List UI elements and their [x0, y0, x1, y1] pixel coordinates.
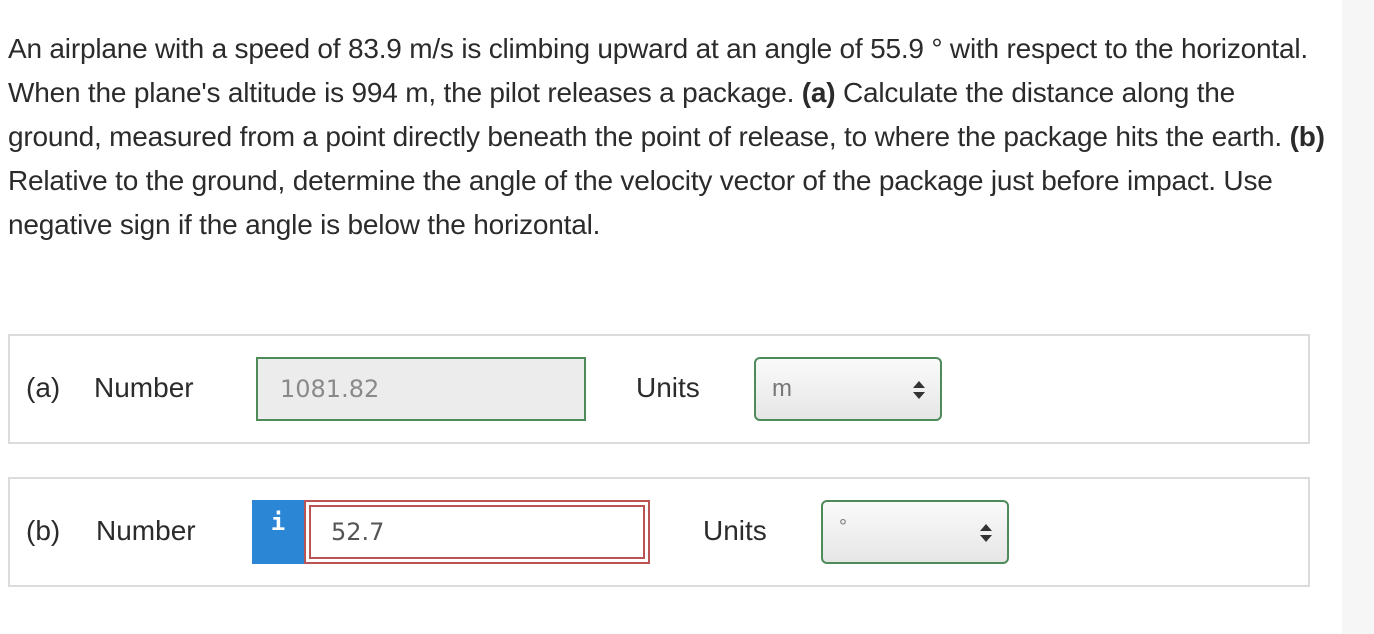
part-b-number-value: 52.7	[309, 505, 645, 559]
part-b-tag: (b)	[1289, 121, 1325, 152]
question-text: An airplane with a speed of 83.9 m/s is …	[8, 27, 1328, 247]
part-a-unit-value: m	[772, 375, 792, 402]
part-a-tag: (a)	[801, 77, 836, 108]
part-a-units-select[interactable]: m	[754, 357, 942, 421]
select-arrows-icon	[980, 524, 992, 542]
part-a-number-input[interactable]: 1081.82	[256, 357, 586, 421]
part-b-units-label: Units	[703, 515, 767, 546]
part-b-number-input[interactable]: 52.7	[304, 500, 650, 564]
part-a-label: (a)	[26, 372, 61, 403]
right-gutter	[1342, 0, 1374, 634]
part-b-unit-value: °	[839, 516, 847, 538]
select-arrows-icon	[913, 381, 925, 399]
part-b-number-label: Number	[96, 515, 196, 546]
info-icon[interactable]: i	[252, 500, 304, 564]
part-a-number-label: Number	[94, 372, 194, 403]
part-b-label: (b)	[26, 515, 61, 546]
part-b-units-select[interactable]: °	[821, 500, 1009, 564]
answer-row-b: (b) Number i 52.7 Units °	[8, 477, 1310, 587]
part-a-units-label: Units	[636, 372, 700, 403]
answer-row-a: (a) Number 1081.82 Units m	[8, 334, 1310, 444]
question-part-b: Relative to the ground, determine the an…	[8, 165, 1273, 240]
